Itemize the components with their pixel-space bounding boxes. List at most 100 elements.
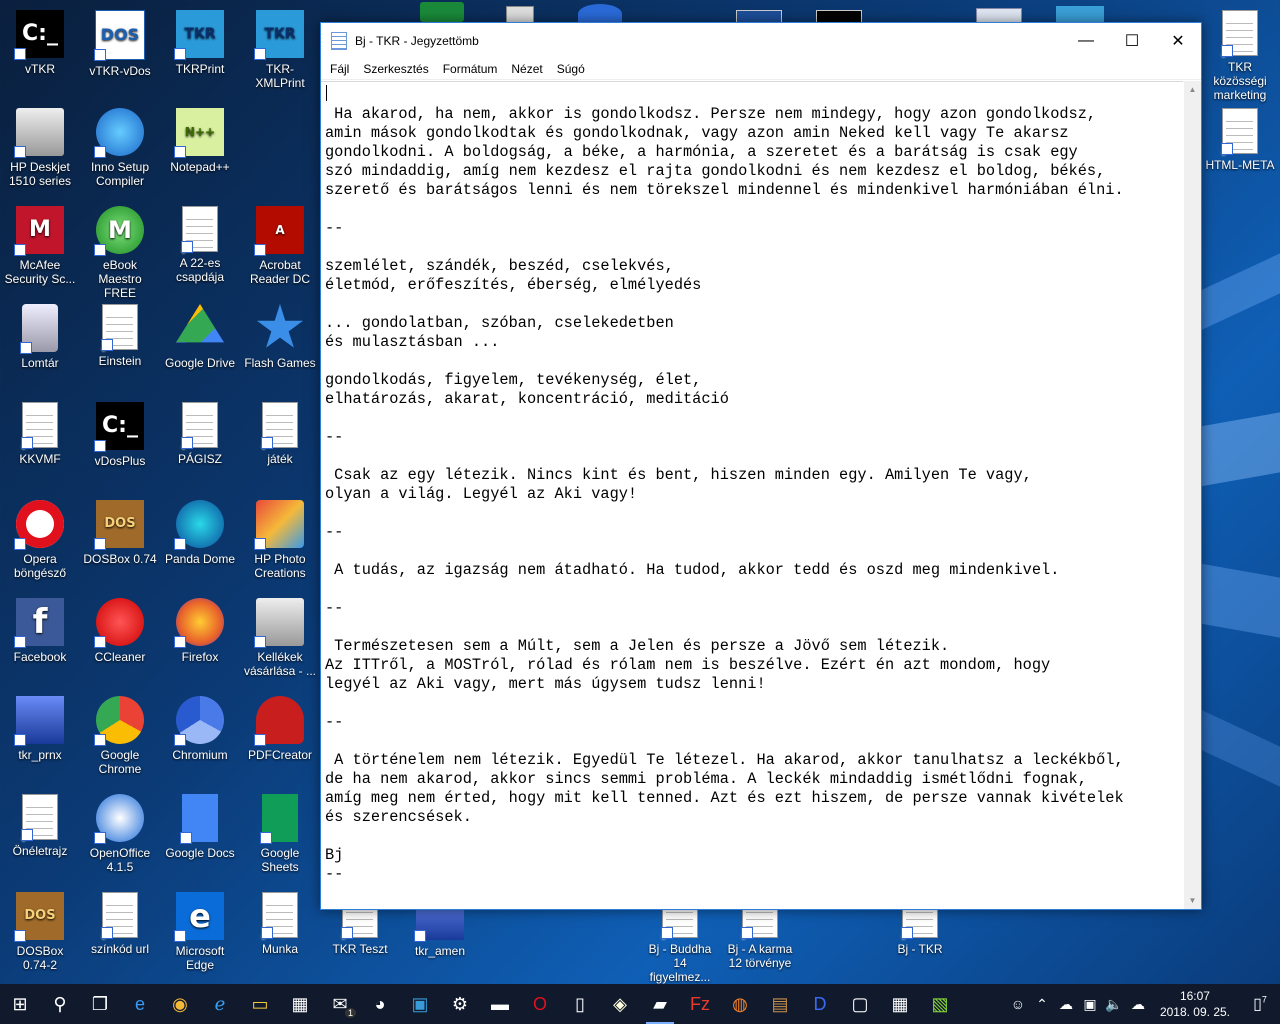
text-editor[interactable]: Ha akarod, ha nem, akkor is gondolkodsz.… [321, 81, 1183, 909]
desktop-icon-label: HP Deskjet 1510 series [8, 160, 72, 188]
thunderbird-icon[interactable] [578, 4, 622, 24]
filezilla-icon[interactable]: Fz [680, 984, 720, 1024]
desktop-icon[interactable]: Google Sheets [240, 788, 320, 880]
scroll-up-icon[interactable]: ▲ [1184, 81, 1201, 98]
task-view-icon[interactable]: ❐ [80, 984, 120, 1024]
desktop-icon[interactable]: e Microsoft Edge [160, 886, 240, 978]
desktop-icon[interactable]: Flash Games [240, 298, 320, 390]
desktop-icon[interactable]: Firefox [160, 592, 240, 684]
dosbox-icon[interactable]: ▤ [760, 984, 800, 1024]
notepadpp-icon[interactable]: ▧ [920, 984, 960, 1024]
chrome-icon[interactable]: ◉ [160, 984, 200, 1024]
desktop-icon[interactable]: A Acrobat Reader DC [240, 200, 320, 292]
desktop-icon[interactable]: Önéletrajz [0, 788, 80, 880]
chevron-up-icon[interactable]: ⌃ [1030, 996, 1054, 1013]
desktop-icon[interactable]: HP Deskjet 1510 series [0, 102, 80, 194]
window-icon[interactable]: ▢ [840, 984, 880, 1024]
desktop-icon[interactable]: f Facebook [0, 592, 80, 684]
clock[interactable]: 16:07 2018. 09. 25. [1150, 988, 1240, 1020]
menu-edit[interactable]: Szerkesztés [356, 62, 435, 76]
desktop-icon[interactable]: PÁGISZ [160, 396, 240, 488]
desktop-icon[interactable]: MeBook Maestro FREE [80, 200, 160, 300]
store-icon[interactable]: ▦ [280, 984, 320, 1024]
desktop-icon[interactable]: TKR TKR-XMLPrint [240, 4, 320, 96]
panda-icon [174, 500, 224, 550]
desktop-icon[interactable]: Google Chrome [80, 690, 160, 782]
desktop-icon[interactable]: TKR TKRPrint [160, 4, 240, 96]
terminal-icon[interactable]: ▬ [480, 984, 520, 1024]
thunderbird-icon[interactable]: ◕ [360, 984, 400, 1024]
volume-icon[interactable]: 🔈 [1102, 996, 1126, 1013]
desktop-icon[interactable]: Inno Setup Compiler [80, 102, 160, 194]
mail-icon[interactable]: ✉ 1 [320, 984, 360, 1024]
upload-icon[interactable]: ☁ [1126, 996, 1150, 1013]
search-icon[interactable]: ⚲ [40, 984, 80, 1024]
desktop-icon[interactable]: CCleaner [80, 592, 160, 684]
document-icon [99, 892, 138, 943]
windows-logo-icon[interactable]: ⊞ [0, 984, 40, 1024]
taskbar-apps: ⊞ ⚲ ❐ e ◉ ℯ ▭ ▦ ✉ 1 ◕ ▣ ⚙ ▬ O ▯ ◈ ▰ Fz ◍ ▤ D ▢ ▦ ▧ [0, 984, 960, 1024]
desktop-icon[interactable]: OpenOffice 4.1.5 [80, 788, 160, 880]
menu-format[interactable]: Formátum [436, 62, 505, 76]
ie-icon[interactable]: ℯ [200, 984, 240, 1024]
desktop-icon[interactable]: színkód url [80, 886, 160, 978]
minimize-button[interactable]: — [1063, 23, 1109, 59]
menu-file[interactable]: Fájl [323, 62, 356, 76]
file-explorer-icon[interactable]: ▭ [240, 984, 280, 1024]
desktop-icon-label: Notepad++ [170, 160, 230, 174]
vertical-scrollbar[interactable]: ▲ ▼ [1184, 81, 1201, 909]
desktop-icon[interactable]: Lomtár [0, 298, 80, 390]
desktop-icon[interactable]: M McAfee Security Sc... [0, 200, 80, 292]
desktop-icon[interactable]: HTML-META [1200, 102, 1280, 194]
title-bar[interactable]: Bj - TKR - Jegyzettömb — ☐ ✕ [321, 23, 1201, 59]
desktop-icon[interactable]: Panda Dome [160, 494, 240, 586]
firefox-icon[interactable]: ◍ [720, 984, 760, 1024]
onedrive-icon[interactable]: ☁ [1054, 996, 1078, 1013]
desktop-icon[interactable]: C:_ vTKR [0, 4, 80, 96]
desktop-icon[interactable]: Chromium [160, 690, 240, 782]
ccleaner-icon [94, 598, 144, 648]
desktop-icon-label: A 22-es csapdája [175, 256, 225, 284]
desktop-icon[interactable]: Kellékek vásárlása - ... [240, 592, 320, 684]
desktop-icon[interactable]: DOS DOSBox 0.74-2 [0, 886, 80, 978]
paint-icon[interactable]: ◈ [600, 984, 640, 1024]
desktop-icon[interactable]: Munka [240, 886, 320, 978]
menu-help[interactable]: Súgó [550, 62, 592, 76]
remote-desktop-icon[interactable]: ▣ [400, 984, 440, 1024]
close-button[interactable]: ✕ [1155, 23, 1201, 59]
facebook-icon: f [14, 598, 64, 648]
maximize-button[interactable]: ☐ [1109, 23, 1155, 59]
people-icon[interactable]: ☺ [1006, 996, 1030, 1012]
window-title: Bj - TKR - Jegyzettömb [355, 34, 479, 48]
menu-view[interactable]: Nézet [504, 62, 549, 76]
notepad-active-icon[interactable]: ▰ [640, 984, 680, 1024]
desktop-icon[interactable]: Google Drive [160, 298, 240, 390]
desktop-icon[interactable]: PDFCreator [240, 690, 320, 782]
desktop-icon[interactable]: Einstein [80, 298, 160, 390]
settings-icon[interactable]: ⚙ [440, 984, 480, 1024]
partial-icon[interactable] [420, 2, 464, 22]
desktop-icon[interactable]: Opera böngésző [0, 494, 80, 586]
desktop-icon[interactable]: tkr_prnx [0, 690, 80, 782]
document-icon [19, 794, 58, 845]
scroll-down-icon[interactable]: ▼ [1184, 892, 1201, 909]
notepad-icon[interactable]: ▯ [560, 984, 600, 1024]
desktop-icon[interactable]: DOS DOSBox 0.74 [80, 494, 160, 586]
desktop-icon[interactable]: DOS vTKR-vDos [80, 4, 160, 96]
network-icon[interactable]: ▣ [1078, 996, 1102, 1013]
desktop-icon[interactable]: A 22-es csapdája [160, 200, 240, 292]
desktop-icon[interactable]: Google Docs [160, 788, 240, 880]
desktop-icon[interactable]: HP Photo Creations [240, 494, 320, 586]
notification-center-icon[interactable]: ▯7 [1240, 994, 1280, 1014]
calculator-icon[interactable]: ▦ [880, 984, 920, 1024]
opera-icon[interactable]: O [520, 984, 560, 1024]
dosbox-icon: DOS [14, 892, 64, 942]
desktop-icon[interactable]: játék [240, 396, 320, 488]
dos-icon[interactable]: D [800, 984, 840, 1024]
desktop-icon[interactable]: TKR közösségi marketing [1200, 4, 1280, 102]
desktop-icon[interactable]: C:_ vDosPlus [80, 396, 160, 488]
desktop-icon[interactable]: KKVMF [0, 396, 80, 488]
desktop-icon-label: HP Photo Creations [254, 552, 306, 580]
edge-icon[interactable]: e [120, 984, 160, 1024]
desktop-icon[interactable]: N++ Notepad++ [160, 102, 240, 194]
